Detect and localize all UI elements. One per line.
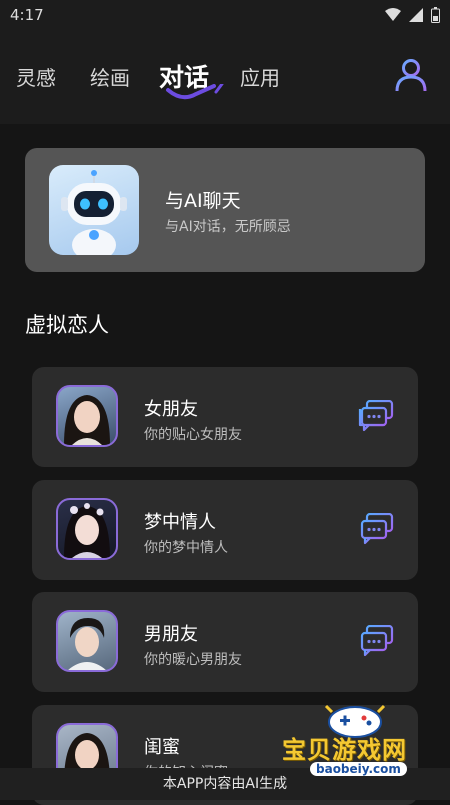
chat-bubbles-icon[interactable] bbox=[358, 400, 394, 432]
portrait-icon bbox=[64, 503, 110, 558]
chat-bubbles-icon[interactable] bbox=[358, 625, 394, 657]
chat-bubbles-icon[interactable] bbox=[358, 513, 394, 545]
list-item-subtitle: 你的贴心女朋友 bbox=[144, 427, 242, 443]
list-item-title: 男朋友 bbox=[144, 624, 198, 645]
robot-icon bbox=[61, 170, 127, 255]
ai-chat-card[interactable]: 与AI聊天 与AI对话，无所顾忌 bbox=[25, 148, 425, 272]
list-item-girlfriend[interactable]: 女朋友 你的贴心女朋友 bbox=[32, 367, 418, 467]
list-item-subtitle: 你的梦中情人 bbox=[144, 540, 228, 556]
list-item-subtitle: 你的暖心男朋友 bbox=[144, 652, 242, 668]
ai-card-subtitle: 与AI对话，无所顾忌 bbox=[165, 219, 291, 235]
list-item-title: 梦中情人 bbox=[144, 512, 216, 533]
watermark-url: baobeiy.com bbox=[310, 762, 407, 776]
footer-disclaimer: 本APP内容由AI生成 bbox=[162, 776, 288, 792]
signal-icon bbox=[409, 8, 423, 22]
avatar bbox=[56, 385, 118, 447]
wifi-icon bbox=[385, 8, 401, 21]
status-icons bbox=[385, 7, 440, 23]
battery-icon bbox=[431, 7, 440, 23]
active-tab-indicator bbox=[166, 84, 224, 100]
portrait-icon bbox=[68, 618, 106, 670]
tab-inspiration[interactable]: 灵感 bbox=[16, 62, 56, 91]
tab-apps[interactable]: 应用 bbox=[240, 62, 280, 91]
watermark: 宝贝游戏网 baobeiy.com bbox=[270, 700, 450, 780]
ai-card-title: 与AI聊天 bbox=[165, 190, 241, 212]
tab-drawing[interactable]: 绘画 bbox=[90, 62, 130, 91]
portrait-icon bbox=[64, 395, 110, 445]
avatar bbox=[56, 610, 118, 672]
robot-avatar bbox=[49, 165, 139, 255]
section-title: 虚拟恋人 bbox=[25, 313, 109, 337]
avatar bbox=[56, 498, 118, 560]
top-nav: 灵感 绘画 对话 应用 bbox=[0, 32, 450, 124]
list-item-dream-lover[interactable]: 梦中情人 你的梦中情人 bbox=[32, 480, 418, 580]
list-item-title: 女朋友 bbox=[144, 399, 198, 420]
watermark-text: 宝贝游戏网 bbox=[282, 736, 407, 764]
status-bar: 4:17 bbox=[0, 0, 450, 32]
list-item-boyfriend[interactable]: 男朋友 你的暖心男朋友 bbox=[32, 592, 418, 692]
status-time: 4:17 bbox=[10, 6, 44, 24]
user-profile-icon[interactable] bbox=[394, 58, 428, 92]
list-item-title: 闺蜜 bbox=[144, 737, 180, 758]
